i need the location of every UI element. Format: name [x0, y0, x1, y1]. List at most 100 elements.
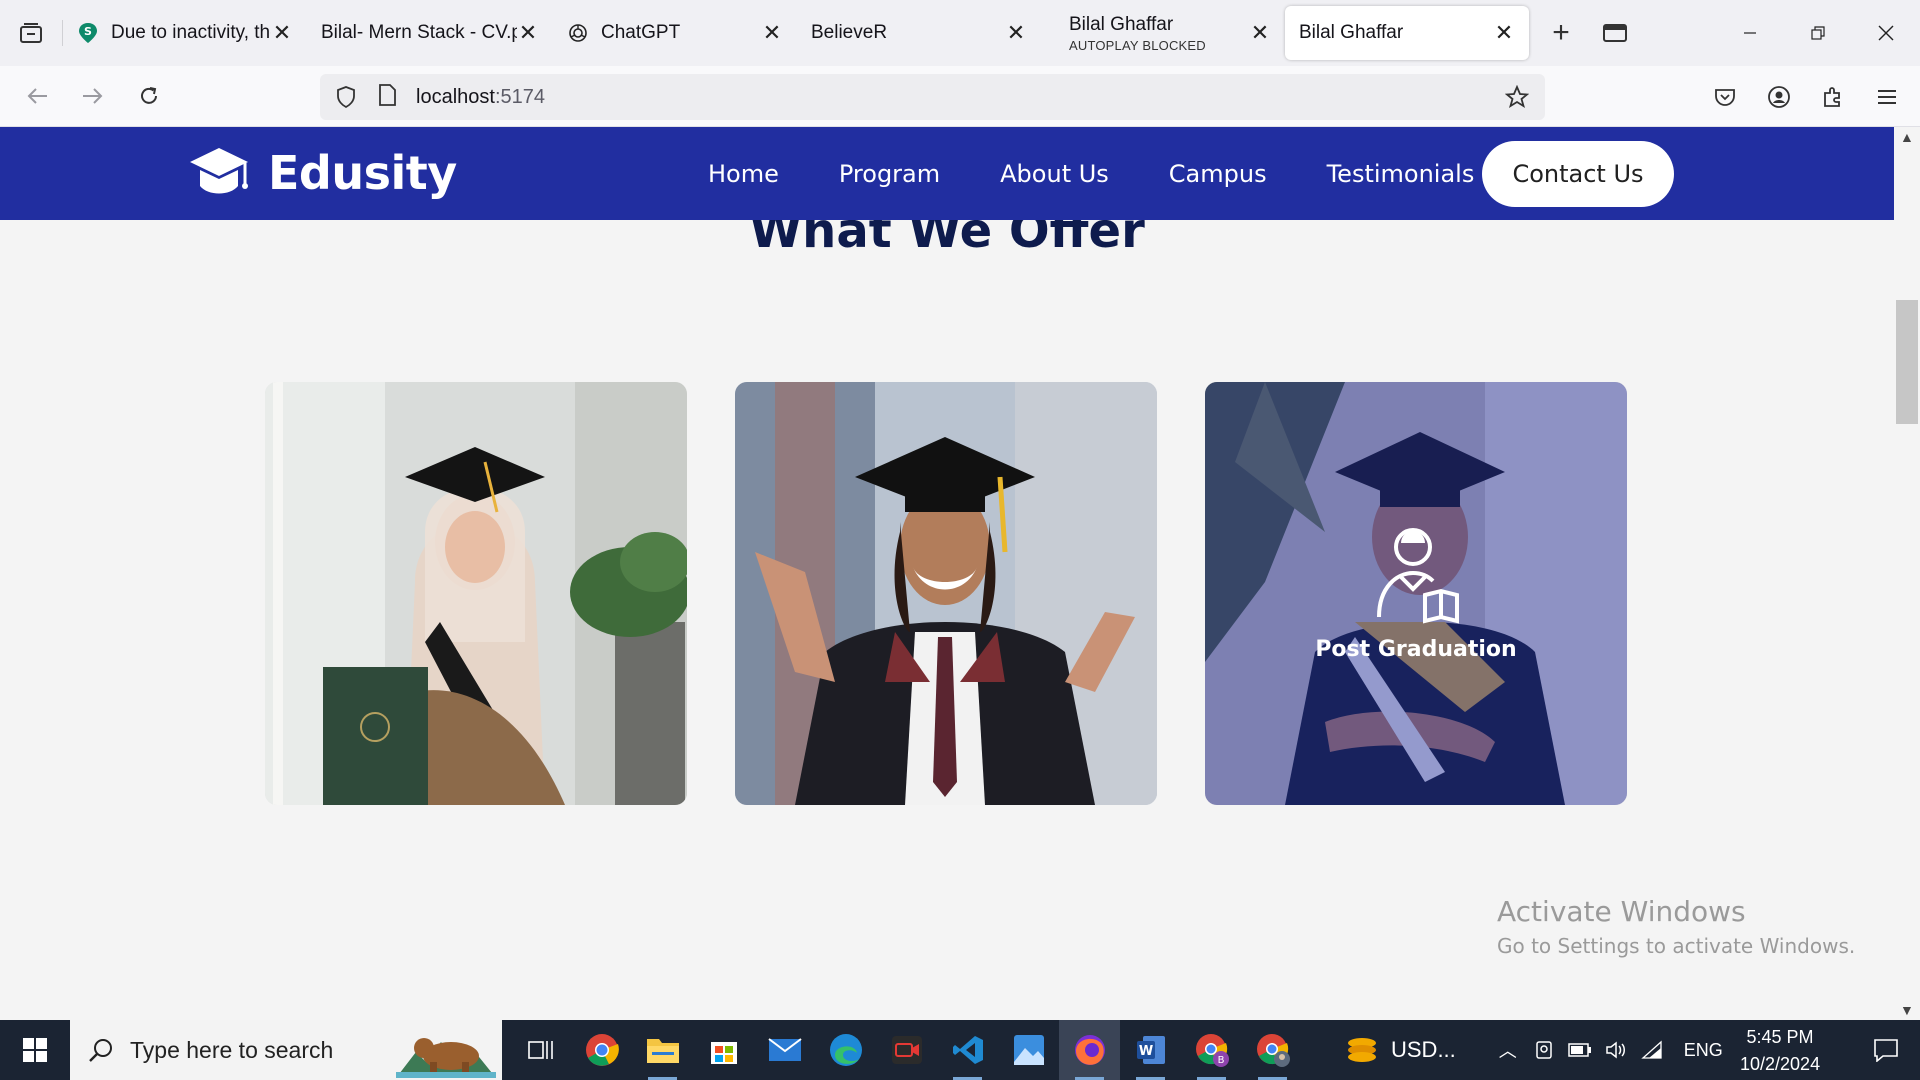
post-graduation-icon — [1377, 528, 1459, 624]
tab-list-icon — [20, 23, 42, 43]
firefox-icon — [1074, 1035, 1105, 1065]
taskbar-mail[interactable] — [754, 1020, 815, 1080]
program-card-2[interactable] — [735, 382, 1157, 805]
start-button[interactable] — [0, 1020, 70, 1080]
watermark-title: Activate Windows — [1497, 895, 1746, 928]
chatgpt-icon — [567, 22, 589, 44]
taskbar-store[interactable] — [693, 1020, 754, 1080]
scroll-up-icon[interactable]: ▲ — [1900, 129, 1914, 145]
main-menu: Home Program About Us Campus Testimonial… — [708, 127, 1534, 220]
tab-title: Due to inactivity, the — [111, 22, 271, 43]
browser-tab-2[interactable]: Bilal- Mern Stack - CV.p ✕ — [307, 0, 553, 66]
nav-home[interactable]: Home — [708, 160, 779, 188]
graduate-man-photo — [735, 382, 1157, 805]
restore-button[interactable] — [1784, 0, 1852, 66]
minimize-button[interactable] — [1716, 0, 1784, 66]
currency-ticker[interactable]: USD... — [1391, 1037, 1456, 1063]
wifi-icon[interactable] — [1634, 1040, 1670, 1060]
close-icon[interactable]: ✕ — [1005, 20, 1027, 45]
nav-testimonials[interactable]: Testimonials — [1327, 160, 1475, 188]
taskbar-word[interactable]: W — [1120, 1020, 1181, 1080]
bookmark-star-icon[interactable] — [1503, 85, 1531, 109]
contact-us-button[interactable]: Contact Us — [1482, 141, 1674, 207]
taskbar-chrome-profile-b[interactable]: B — [1181, 1020, 1242, 1080]
meet-now-icon[interactable] — [1526, 1040, 1562, 1060]
close-icon[interactable]: ✕ — [1493, 20, 1515, 45]
graduate-woman-photo — [265, 382, 687, 805]
page-viewport: What We Offer Edusity Home Program About… — [0, 127, 1894, 1020]
browser-tab-6-active[interactable]: Bilal Ghaffar ✕ — [1285, 6, 1529, 60]
taskbar-chrome[interactable] — [571, 1020, 632, 1080]
close-icon[interactable]: ✕ — [271, 20, 293, 45]
url-text: localhost:5174 — [416, 86, 1503, 109]
forward-button[interactable] — [66, 74, 120, 118]
task-view-button[interactable] — [510, 1020, 571, 1080]
browser-tab-1[interactable]: S Due to inactivity, the ✕ — [63, 0, 307, 66]
chrome-profile-avatar-icon — [1256, 1034, 1290, 1067]
reload-icon — [141, 87, 157, 104]
page-info-icon[interactable] — [378, 83, 398, 111]
vscode-icon — [952, 1036, 983, 1064]
tab-title: BelieveR — [811, 22, 888, 43]
taskbar-chrome-profile-2[interactable] — [1242, 1020, 1303, 1080]
taskbar-camera-app[interactable] — [876, 1020, 937, 1080]
scrollbar-thumb[interactable] — [1896, 300, 1918, 424]
close-window-icon — [1878, 25, 1894, 41]
close-icon[interactable]: ✕ — [517, 20, 539, 45]
forward-arrow-icon — [83, 88, 103, 104]
edge-icon — [829, 1034, 862, 1066]
bear-highlight-icon — [396, 1038, 496, 1078]
browser-tab-strip: S Due to inactivity, the ✕ Bilal- Mern S… — [0, 0, 1920, 66]
site-logo[interactable]: Edusity — [188, 146, 457, 200]
browser-tab-5[interactable]: Bilal Ghaffar AUTOPLAY BLOCKED ✕ — [1041, 0, 1285, 66]
program-card-3[interactable]: Post Graduation — [1205, 382, 1627, 805]
program-card-1[interactable] — [265, 382, 687, 805]
taskbar-vscode[interactable] — [937, 1020, 998, 1080]
url-port: :5174 — [494, 85, 545, 108]
close-icon[interactable]: ✕ — [761, 20, 783, 45]
account-button[interactable] — [1752, 85, 1806, 109]
back-button[interactable] — [10, 74, 64, 118]
folder-icon — [646, 1039, 679, 1063]
input-language[interactable]: ENG — [1684, 1040, 1723, 1061]
browser-tab-3[interactable]: ChatGPT ✕ — [553, 0, 797, 66]
nav-program[interactable]: Program — [839, 160, 940, 188]
battery-icon[interactable] — [1562, 1043, 1598, 1057]
close-icon[interactable]: ✕ — [1249, 20, 1271, 45]
firefox-view-button[interactable] — [1589, 0, 1641, 66]
green-s-icon: S — [77, 22, 99, 44]
scroll-down-icon[interactable]: ▼ — [1900, 1002, 1914, 1018]
pocket-button[interactable] — [1698, 86, 1752, 108]
browser-tab-4[interactable]: BelieveR ✕ — [797, 0, 1041, 66]
reload-button[interactable] — [122, 74, 176, 118]
photos-icon — [1013, 1035, 1044, 1065]
pocket-icon — [1715, 88, 1735, 106]
mail-icon — [767, 1038, 802, 1061]
taskbar-search-box[interactable]: Type here to search — [70, 1020, 502, 1080]
nav-campus[interactable]: Campus — [1169, 160, 1267, 188]
address-bar[interactable]: localhost:5174 — [320, 74, 1545, 120]
notification-center-button[interactable] — [1852, 1020, 1920, 1080]
close-window-button[interactable] — [1852, 0, 1920, 66]
taskbar-clock[interactable]: 5:45 PM 10/2/2024 — [1740, 1024, 1820, 1078]
chrome-icon — [585, 1034, 619, 1066]
search-placeholder: Type here to search — [130, 1036, 334, 1063]
volume-icon[interactable] — [1598, 1040, 1634, 1060]
program-cards: Post Graduation — [265, 382, 1675, 805]
app-menu-button[interactable] — [1860, 87, 1914, 107]
nav-about-us[interactable]: About Us — [1000, 160, 1109, 188]
camera-recorder-icon — [891, 1036, 922, 1064]
taskbar-firefox[interactable] — [1059, 1020, 1120, 1080]
page-scrollbar[interactable]: ▲ ▼ — [1894, 127, 1920, 1020]
show-hidden-icons-chevron-icon[interactable]: ︿ — [1490, 1037, 1526, 1063]
taskbar-file-explorer[interactable] — [632, 1020, 693, 1080]
extensions-button[interactable] — [1806, 85, 1860, 109]
taskbar-photos[interactable] — [998, 1020, 1059, 1080]
clock-time: 5:45 PM — [1746, 1027, 1814, 1047]
taskbar-edge[interactable] — [815, 1020, 876, 1080]
new-tab-button[interactable]: + — [1533, 0, 1589, 66]
tracking-protection-shield-icon[interactable] — [334, 86, 358, 108]
pinned-apps: W B — [510, 1020, 1303, 1080]
tab-list-button[interactable] — [0, 0, 62, 66]
tab-title: Bilal Ghaffar — [1299, 22, 1404, 43]
